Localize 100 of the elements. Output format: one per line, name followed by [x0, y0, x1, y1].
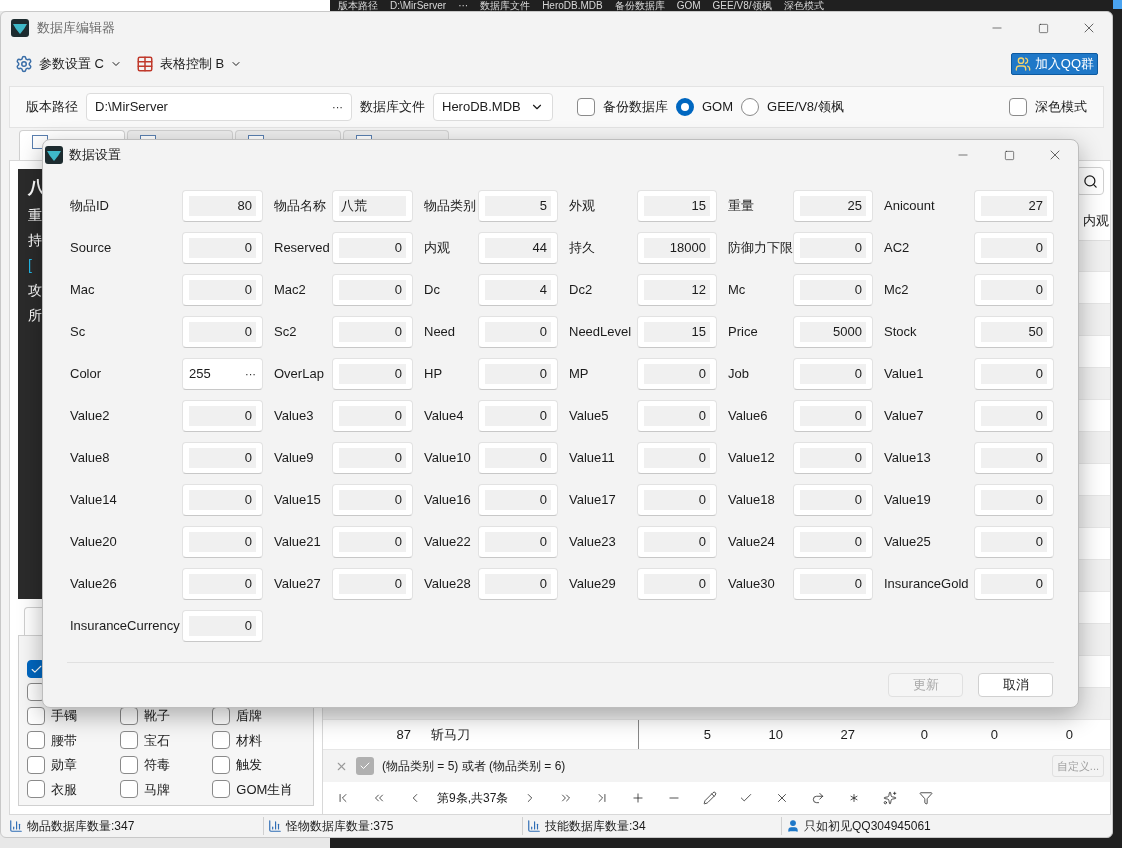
category-label: 符毒: [143, 756, 170, 774]
category-label: 腰带: [51, 731, 77, 750]
status-text: 技能数据库数量:34: [545, 818, 646, 835]
field-label: Value1: [883, 365, 925, 384]
background-text: D:\MirServer: [390, 0, 447, 11]
field-label: Value21: [273, 533, 322, 552]
field-label: Dc: [423, 281, 441, 300]
field-label: OverLap: [273, 365, 325, 384]
info-text: [: [28, 255, 32, 275]
category-label: 盾牌: [236, 707, 263, 725]
radio-label: GOM: [702, 98, 734, 117]
field-label: Value3: [273, 407, 315, 426]
record-position: 第9条,共37条: [436, 790, 510, 807]
table-cell-text: 87: [395, 726, 412, 744]
background-text: GOM: [676, 0, 701, 11]
category-label: GOM生肖: [236, 780, 294, 799]
field-label: Value27: [273, 575, 322, 594]
field-label: 物品ID: [70, 197, 110, 216]
category-label: 衣服: [51, 780, 77, 799]
category-label: 宝石: [143, 731, 170, 750]
field-label: MP: [568, 365, 590, 384]
table-cell-text: 27: [839, 726, 856, 744]
field-label: Value10: [423, 449, 472, 468]
dark-mode-label: 深色模式: [1035, 98, 1087, 117]
field-label: Color: [70, 365, 103, 384]
field-label: 持久: [568, 239, 596, 258]
field-label: AC2: [883, 239, 911, 258]
background-text: 数据库文件: [480, 0, 531, 11]
field-label: 重量: [727, 197, 755, 216]
field-label: Price: [727, 323, 759, 342]
info-text: 攻: [28, 280, 42, 300]
radio-label: GEE/V8/领枫: [767, 98, 844, 117]
field-label: Anicount: [883, 197, 936, 216]
field-label: 外观: [568, 197, 596, 216]
field-label: Value15: [273, 491, 322, 510]
field-label: Value14: [70, 491, 118, 510]
status-text: 只如初见QQ304945061: [804, 818, 931, 835]
field-label: Value12: [727, 449, 776, 468]
info-text: 所: [28, 305, 42, 325]
field-label: Need: [423, 323, 457, 342]
background-text: ···: [458, 0, 469, 11]
field-label: Value9: [273, 449, 315, 468]
field-label: NeedLevel: [568, 323, 633, 342]
table-cell-text: 0: [919, 726, 929, 744]
field-label: Mac2: [273, 281, 307, 300]
field-label: Value19: [883, 491, 932, 510]
backup-label: 备份数据库: [603, 98, 668, 117]
field-label: Value26: [70, 575, 118, 594]
category-label: 触发: [236, 756, 263, 774]
field-label: Job: [727, 365, 750, 384]
field-label: Value28: [423, 575, 472, 594]
field-label: Value6: [727, 407, 769, 426]
field-label: Value22: [423, 533, 472, 552]
field-label: Value2: [70, 407, 111, 426]
filter-expression: (物品类别 = 5) 或者 (物品类别 = 6): [382, 758, 567, 775]
field-label: Mac: [70, 281, 96, 300]
field-label: Mc2: [883, 281, 910, 300]
window-title: 数据库编辑器: [37, 19, 115, 38]
field-label: 内观: [423, 239, 451, 258]
field-label: InsuranceCurrency: [70, 617, 181, 636]
field-label: Value7: [883, 407, 925, 426]
field-label: Value20: [70, 533, 118, 552]
field-label: Value5: [568, 407, 610, 426]
field-label: Dc2: [568, 281, 594, 300]
category-label: 勋章: [51, 756, 77, 774]
category-label: 马牌: [143, 780, 170, 799]
field-label: Value11: [568, 449, 616, 468]
field-label: Value16: [423, 491, 472, 510]
table-cell-text: 0: [989, 726, 999, 744]
field-label: Value29: [568, 575, 617, 594]
status-text: 物品数据库数量:347: [27, 818, 135, 835]
field-label: Sc: [70, 323, 87, 342]
field-label: Stock: [883, 323, 918, 342]
table-cell-text: 0: [1064, 726, 1074, 744]
table-cell-text: 10: [767, 726, 784, 744]
info-text: 重: [28, 205, 42, 225]
field-label: Value23: [568, 533, 617, 552]
field-label: InsuranceGold: [883, 575, 970, 594]
field-label: Source: [70, 239, 113, 258]
field-label: Reserved: [273, 239, 331, 258]
field-label: Value30: [727, 575, 776, 594]
table-cell-text: 5: [702, 726, 712, 744]
background-text: 备份数据库: [614, 0, 665, 11]
table-cell: 斩马刀: [421, 720, 639, 749]
field-label: 物品类别: [423, 197, 477, 216]
field-label: HP: [423, 365, 444, 384]
field-label: Value13: [883, 449, 932, 468]
category-label: 手镯: [51, 707, 77, 725]
field-label: Value4: [423, 407, 465, 426]
field-label: Value17: [568, 491, 617, 510]
field-label: Value18: [727, 491, 776, 510]
dialog-title: 数据设置: [69, 146, 121, 165]
path-label: 版本路径: [26, 98, 78, 117]
field-label: 物品名称: [273, 197, 327, 216]
background-text: 版本路径: [338, 0, 378, 11]
field-label: Value25: [883, 533, 932, 552]
category-label: 材料: [236, 731, 263, 750]
database-label: 数据库文件: [360, 98, 425, 117]
field-label: Value8: [70, 449, 111, 468]
field-label: Sc2: [273, 323, 298, 342]
